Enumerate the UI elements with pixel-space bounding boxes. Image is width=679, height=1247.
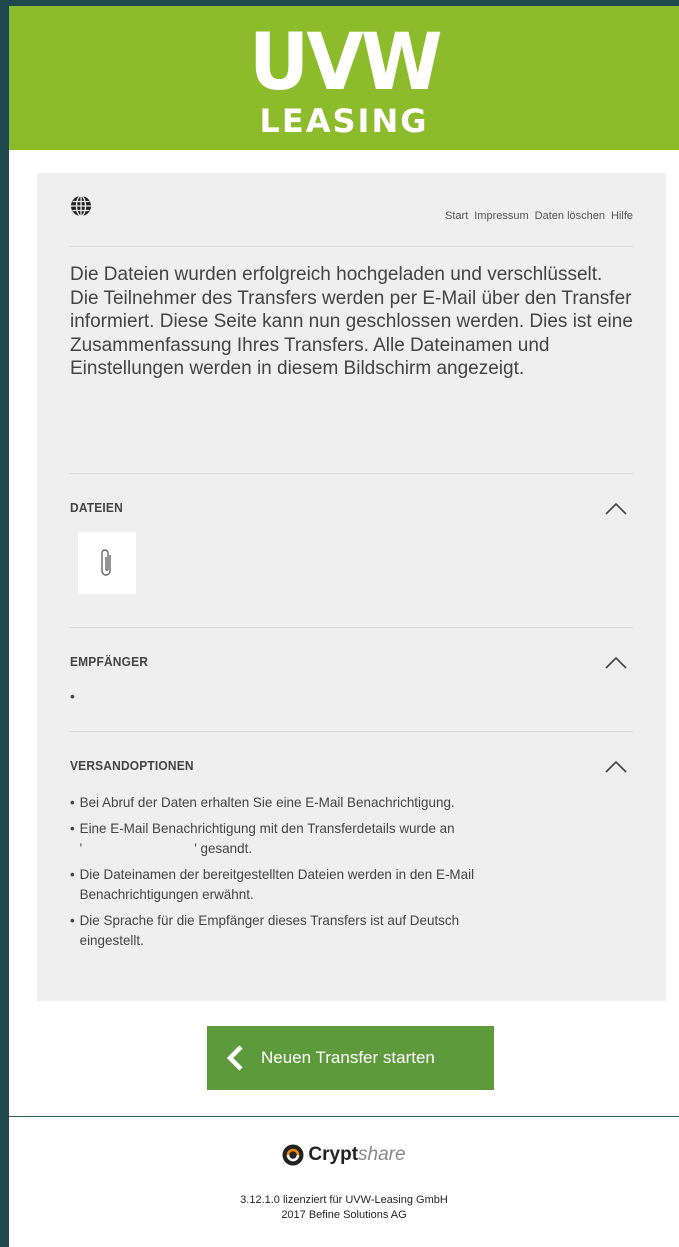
options-section: VERSANDOPTIONEN Bei Abruf der Daten erha… <box>70 731 633 991</box>
option-text: Bei Abruf der Daten erhalten Sie eine E-… <box>79 794 455 810</box>
success-message: Die Dateien wurden erfolgreich hochgelad… <box>70 264 633 380</box>
license-info: 3.12.1.0 lizenziert für UVW-Leasing GmbH… <box>9 1193 679 1223</box>
recipients-section-title: EMPFÄNGER <box>70 654 149 669</box>
chevron-left-icon <box>226 1045 243 1071</box>
recipients-section: EMPFÄNGER • <box>70 627 633 731</box>
brand-header: UVW LEASING <box>9 6 679 150</box>
nav-link-start[interactable]: Start <box>445 210 468 222</box>
cryptshare-logo: Cryptshare <box>9 1144 679 1166</box>
option-text-continued: Benachrichtigungen erwähnt. <box>79 886 254 902</box>
option-text-continued: ' ' gesandt. <box>79 840 253 856</box>
options-list: Bei Abruf der Daten erhalten Sie eine E-… <box>70 792 608 956</box>
nav-links: Start Impressum Daten löschen Hilfe <box>445 210 633 222</box>
chevron-up-icon[interactable] <box>605 502 627 516</box>
cryptshare-mark-icon <box>282 1144 304 1166</box>
list-item: Die Dateinamen der bereitgestellten Date… <box>70 864 608 904</box>
company-logo-subtitle: LEASING <box>259 102 429 140</box>
file-thumbnail[interactable] <box>78 532 136 594</box>
option-text: Die Dateinamen der bereitgestellten Date… <box>79 866 475 882</box>
recipient-list-item: • <box>70 688 75 704</box>
options-section-title: VERSANDOPTIONEN <box>70 758 194 773</box>
list-item: Bei Abruf der Daten erhalten Sie eine E-… <box>70 792 608 812</box>
cryptshare-wordmark: Cryptshare <box>308 1144 406 1165</box>
top-navigation: Start Impressum Daten löschen Hilfe <box>70 195 633 247</box>
chevron-up-icon[interactable] <box>605 656 627 670</box>
option-text-continued: eingestellt. <box>79 932 144 948</box>
list-item: Eine E-Mail Benachrichtigung mit den Tra… <box>70 818 608 858</box>
files-section-title: DATEIEN <box>70 500 123 515</box>
nav-link-impressum[interactable]: Impressum <box>474 210 528 222</box>
company-logo: UVW <box>248 18 443 108</box>
page: UVW LEASING Start Impressum Daten lösche… <box>9 6 679 1247</box>
globe-icon[interactable] <box>70 195 92 217</box>
license-line: 3.12.1.0 lizenziert für UVW-Leasing GmbH <box>240 1194 448 1206</box>
list-item: Die Sprache für die Empfänger dieses Tra… <box>70 910 608 950</box>
paperclip-icon <box>101 549 111 576</box>
copyright-line: 2017 Befine Solutions AG <box>281 1209 407 1221</box>
footer-divider <box>9 1116 679 1117</box>
nav-link-daten-loeschen[interactable]: Daten löschen <box>535 210 605 222</box>
summary-panel: Start Impressum Daten löschen Hilfe Die … <box>37 173 666 1001</box>
new-transfer-button[interactable]: Neuen Transfer starten <box>207 1026 494 1090</box>
files-section: DATEIEN <box>70 473 633 627</box>
new-transfer-label: Neuen Transfer starten <box>261 1048 435 1067</box>
nav-link-hilfe[interactable]: Hilfe <box>611 210 633 222</box>
option-text: Die Sprache für die Empfänger dieses Tra… <box>79 912 460 928</box>
chevron-up-icon[interactable] <box>605 760 627 774</box>
option-text: Eine E-Mail Benachrichtigung mit den Tra… <box>79 820 455 836</box>
